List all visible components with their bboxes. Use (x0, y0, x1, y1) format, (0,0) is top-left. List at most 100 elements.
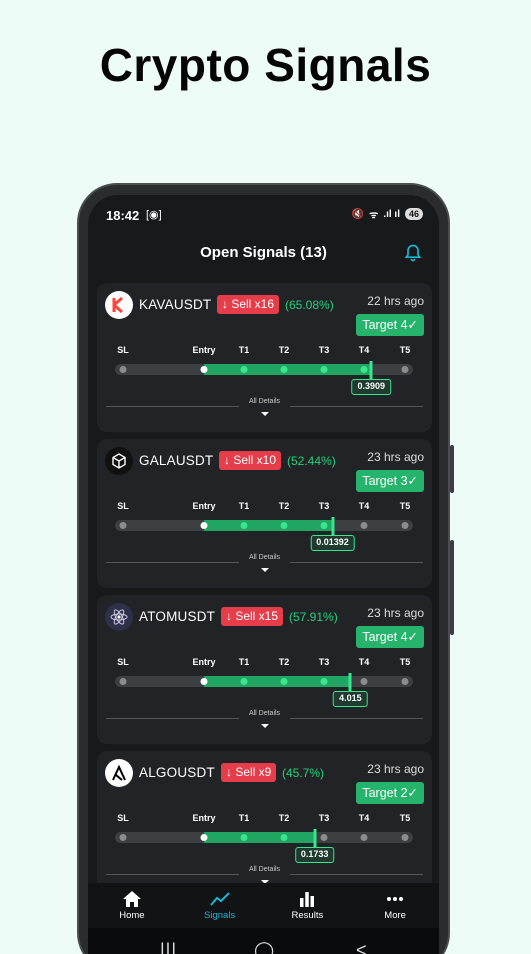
level-dot (360, 366, 368, 373)
results-icon (300, 892, 315, 907)
level-label: T4 (358, 501, 370, 511)
bell-icon[interactable] (403, 242, 423, 264)
level-label: T2 (278, 345, 290, 355)
back-button[interactable]: < (356, 940, 367, 954)
signal-card[interactable]: ATOMUSDT ↓ Sell x15 (57.91%) 23 hrs ago Targ… (97, 595, 432, 744)
current-price: 0.1733 (294, 847, 335, 863)
promo-title: Crypto Signals (99, 39, 432, 91)
signals-icon (209, 892, 230, 906)
sell-badge: ↓ Sell x9 (221, 763, 277, 782)
level-dot (240, 366, 248, 373)
level-dot (200, 678, 208, 685)
signal-icon: .ıl ıl (383, 208, 400, 220)
progress-fill (204, 520, 333, 531)
level-label: T1 (238, 657, 250, 667)
time-ago: 22 hrs ago (367, 294, 424, 308)
more-icon (387, 897, 404, 901)
divider (106, 874, 239, 875)
chevron-down-icon[interactable] (261, 724, 269, 728)
nav-more[interactable]: More (355, 890, 435, 921)
level-dot (360, 522, 368, 529)
level-label: T1 (238, 345, 250, 355)
level-label: T5 (399, 501, 411, 511)
all-details-link[interactable]: All Details (97, 866, 432, 873)
level-label: Entry (192, 501, 216, 511)
divider (106, 718, 239, 719)
nav-signals[interactable]: Signals (180, 890, 260, 921)
profit-percent: (57.91%) (289, 610, 338, 624)
coin-symbol: ALGOUSDT (139, 765, 215, 780)
app-screen: 18:42 [◉] 🔇 ᯤ .ıl ıl 46 Open Signals (13… (88, 195, 439, 954)
target-badge: Target 2✓ (356, 782, 424, 804)
battery-icon: 46 (404, 208, 423, 220)
mute-icon: 🔇 (351, 208, 365, 220)
level-dot (119, 678, 127, 685)
phone-frame: 18:42 [◉] 🔇 ᯤ .ıl ıl 46 Open Signals (13… (77, 183, 454, 954)
sell-badge: ↓ Sell x10 (219, 451, 282, 470)
volume-button (450, 445, 454, 493)
signal-card[interactable]: GALAUSDT ↓ Sell x10 (52.44%) 23 hrs ago Targ… (97, 439, 432, 588)
level-label: SL (117, 345, 129, 355)
wifi-icon: ᯤ (369, 210, 379, 221)
nav-home[interactable]: Home (92, 890, 172, 921)
progress-fill (204, 676, 351, 687)
time-ago: 23 hrs ago (367, 606, 424, 620)
level-label: T4 (358, 657, 370, 667)
system-home-button[interactable]: ◯ (254, 940, 274, 954)
time-ago: 23 hrs ago (367, 762, 424, 776)
coin-symbol: GALAUSDT (139, 453, 214, 468)
all-details-link[interactable]: All Details (97, 398, 432, 405)
current-price-marker (348, 673, 352, 691)
atom-logo-icon (105, 603, 133, 631)
all-details-link[interactable]: All Details (97, 554, 432, 561)
level-label: T4 (358, 813, 370, 823)
level-label: T3 (318, 657, 330, 667)
page-title: Open Signals (13) (200, 244, 327, 261)
level-dot (401, 366, 409, 373)
chevron-down-icon[interactable] (261, 412, 269, 416)
divider (106, 562, 239, 563)
sell-badge: ↓ Sell x16 (217, 295, 280, 314)
profit-percent: (65.08%) (285, 298, 334, 312)
current-price: 4.015 (333, 691, 368, 707)
algo-logo-icon (105, 759, 133, 787)
power-button (450, 540, 454, 635)
recents-button[interactable]: ||| (160, 940, 177, 954)
current-price: 0.01392 (310, 535, 355, 551)
level-label: SL (117, 657, 129, 667)
level-dot (280, 366, 288, 373)
level-dot (200, 522, 208, 529)
all-details-link[interactable]: All Details (97, 710, 432, 717)
level-dot (240, 834, 248, 841)
sell-badge: ↓ Sell x15 (221, 607, 284, 626)
progress-fill (204, 832, 315, 843)
level-dot (280, 678, 288, 685)
target-badge: Target 3✓ (356, 470, 424, 492)
level-label: T3 (318, 501, 330, 511)
level-label: T1 (238, 501, 250, 511)
nav-results[interactable]: Results (267, 890, 347, 921)
chevron-down-icon[interactable] (261, 568, 269, 572)
nav-signals-label: Signals (204, 910, 236, 921)
level-label: Entry (192, 345, 216, 355)
screenshot-icon: [◉] (146, 209, 162, 221)
divider (290, 406, 423, 407)
coin-symbol: KAVAUSDT (139, 297, 212, 312)
level-label: T3 (318, 813, 330, 823)
current-price-marker (313, 829, 317, 847)
coin-symbol: ATOMUSDT (139, 609, 216, 624)
current-price-marker (369, 361, 373, 379)
signal-card[interactable]: KAVAUSDT ↓ Sell x16 (65.08%) 22 hrs ago Targ… (97, 283, 432, 432)
divider (290, 562, 423, 563)
level-label: Entry (192, 813, 216, 823)
current-price-marker (331, 517, 335, 535)
signal-card[interactable]: ALGOUSDT ↓ Sell x9 (45.7%) 23 hrs ago Target… (97, 751, 432, 900)
level-label: T2 (278, 813, 290, 823)
level-dot (320, 522, 328, 529)
divider (106, 406, 239, 407)
level-label: T5 (399, 657, 411, 667)
time-ago: 23 hrs ago (367, 450, 424, 464)
level-label: T2 (278, 501, 290, 511)
divider (290, 718, 423, 719)
level-dot (280, 522, 288, 529)
